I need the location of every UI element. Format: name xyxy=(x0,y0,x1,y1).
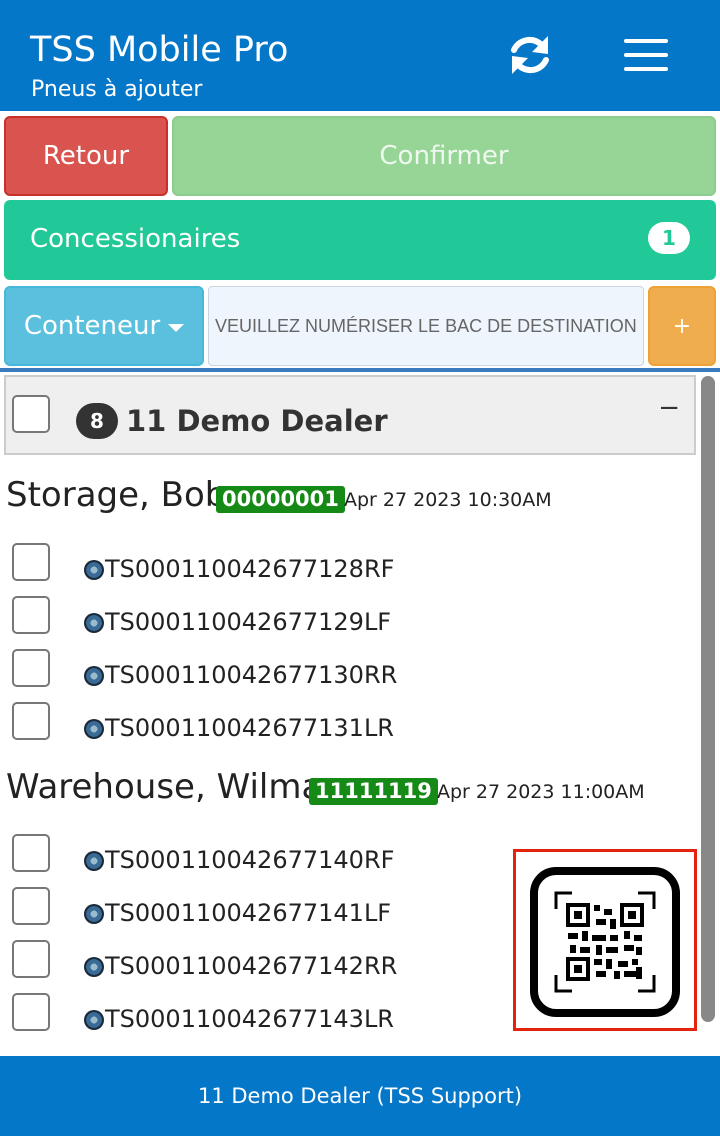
caret-down-icon xyxy=(168,324,185,332)
dealers-count-badge: 1 xyxy=(648,222,690,254)
tire-id: TS000110042677142RR xyxy=(105,952,398,980)
footer-text: 11 Demo Dealer (TSS Support) xyxy=(197,1084,523,1108)
tire-icon xyxy=(84,613,104,633)
tire-icon xyxy=(84,1010,104,1030)
tire-icon xyxy=(84,666,104,686)
destination-bin-input[interactable] xyxy=(208,286,644,366)
tire-checkbox[interactable] xyxy=(12,702,50,740)
tire-id: TS000110042677129LF xyxy=(105,608,392,636)
tire-checkbox[interactable] xyxy=(12,596,50,634)
app-header: TSS Mobile Pro Pneus à ajouter xyxy=(0,0,720,111)
back-button[interactable]: Retour xyxy=(4,116,168,196)
tire-icon xyxy=(84,957,104,977)
page-subtitle: Pneus à ajouter xyxy=(31,77,203,102)
customer-id-badge: 00000001 xyxy=(216,486,345,513)
tire-id: TS000110042677141LF xyxy=(105,899,392,927)
divider xyxy=(0,368,720,372)
tire-id: TS000110042677128RF xyxy=(105,555,395,583)
add-container-button[interactable]: + xyxy=(648,286,716,366)
tire-icon xyxy=(84,851,104,871)
tire-icon xyxy=(84,904,104,924)
tire-checkbox[interactable] xyxy=(12,993,50,1031)
customer-id-badge: 11111119 xyxy=(309,778,438,805)
dealer-name: 11 Demo Dealer xyxy=(126,404,388,438)
dealers-label: Concessionaires xyxy=(30,224,241,254)
tire-id: TS000110042677130RR xyxy=(105,661,398,689)
container-button-label: Conteneur xyxy=(23,311,161,341)
customer-date: Apr 27 2023 10:30AM xyxy=(344,489,552,511)
tire-checkbox[interactable] xyxy=(12,940,50,978)
dealer-count-badge: 8 xyxy=(76,403,118,439)
tire-id: TS000110042677143LR xyxy=(105,1005,394,1033)
customer-name: Warehouse, Wilma xyxy=(6,767,323,807)
scrollbar[interactable] xyxy=(701,376,715,1022)
tire-checkbox[interactable] xyxy=(12,543,50,581)
tire-icon xyxy=(84,560,104,580)
tire-checkbox[interactable] xyxy=(12,887,50,925)
tire-checkbox[interactable] xyxy=(12,649,50,687)
customer-date: Apr 27 2023 11:00AM xyxy=(437,781,645,803)
refresh-icon[interactable] xyxy=(504,32,556,78)
dealer-checkbox[interactable] xyxy=(12,395,50,433)
container-dropdown-button[interactable]: Conteneur xyxy=(4,286,204,366)
qr-scan-button[interactable] xyxy=(513,849,697,1031)
tire-id: TS000110042677131LR xyxy=(105,714,394,742)
hamburger-menu-icon[interactable] xyxy=(622,37,670,75)
customer-name: Storage, Bob xyxy=(6,475,227,515)
dealers-bar[interactable]: Concessionaires 1 xyxy=(4,200,716,280)
tire-icon xyxy=(84,719,104,739)
collapse-icon[interactable]: − xyxy=(658,393,680,423)
confirm-button[interactable]: Confirmer xyxy=(172,116,716,196)
app-title: TSS Mobile Pro xyxy=(30,30,289,70)
tire-id: TS000110042677140RF xyxy=(105,846,395,874)
qr-code-icon xyxy=(530,867,680,1017)
footer: 11 Demo Dealer (TSS Support) xyxy=(0,1056,720,1136)
tire-checkbox[interactable] xyxy=(12,834,50,872)
